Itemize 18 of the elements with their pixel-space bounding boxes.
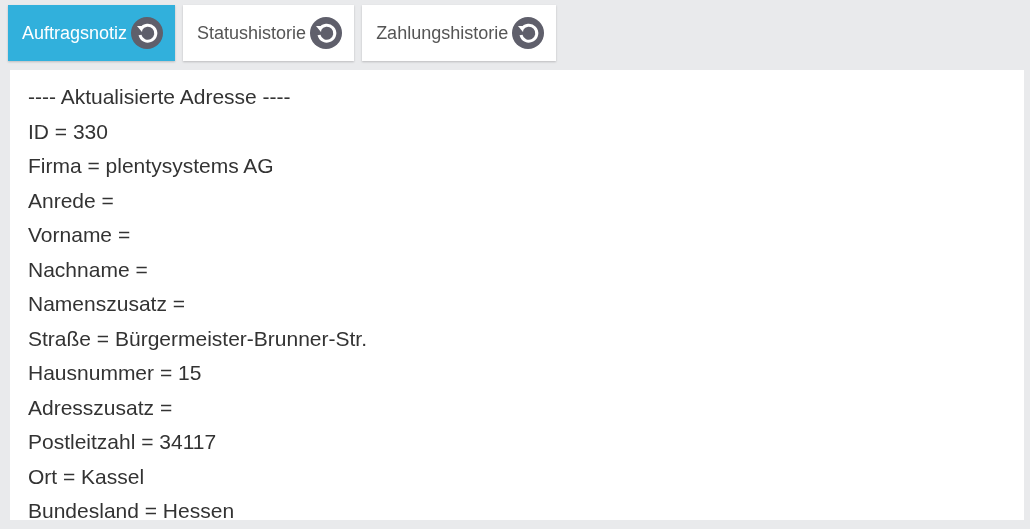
- note-line: Ort = Kassel: [28, 463, 146, 490]
- note-line: Firma = plentysystems AG: [28, 153, 275, 179]
- reset-icon: [131, 17, 164, 49]
- note-line: Bundesland = Hessen: [28, 498, 236, 524]
- note-line: ---- Aktualisierte Adresse ----: [28, 84, 292, 110]
- note-line: Adresszusatz =: [28, 394, 174, 421]
- reset-icon: [512, 17, 545, 49]
- note-line: Postleitzahl = 34117: [28, 429, 218, 455]
- note-line: ID = 330: [28, 118, 109, 145]
- reset-icon: [310, 17, 343, 49]
- note-line: Straße = Bürgermeister-Brunner-Str.: [28, 325, 369, 352]
- note-line: Namenszusatz =: [28, 291, 186, 317]
- note-line: Hausnummer = 15: [28, 360, 203, 386]
- note-line: Vorname =: [28, 222, 132, 248]
- tab[interactable]: Zahlungshistorie: [362, 5, 557, 61]
- tab[interactable]: Statushistorie: [183, 5, 355, 61]
- note-line: Anrede =: [28, 187, 115, 214]
- note-line: Nachname =: [28, 256, 149, 283]
